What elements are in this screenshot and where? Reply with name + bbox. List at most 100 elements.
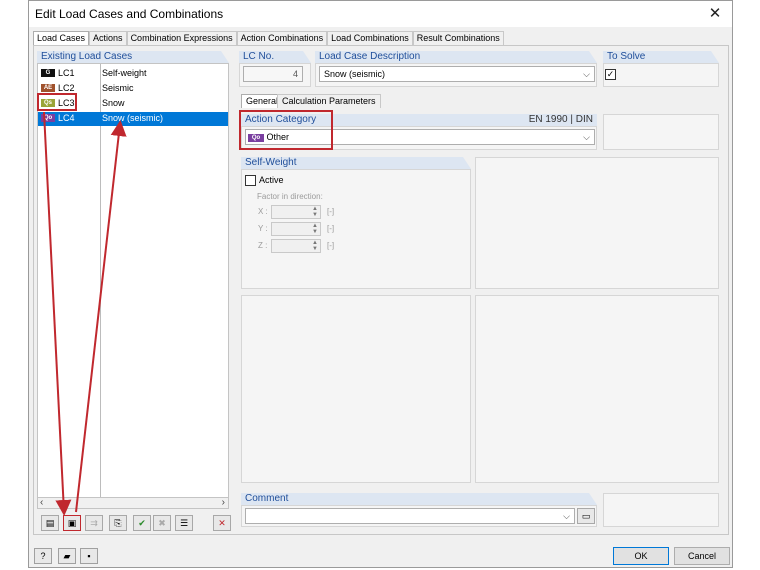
empty-panel-right-bottom [475,295,719,483]
category-badge: Qo [41,114,55,122]
unit-x: [-] [327,207,335,216]
library-icon: ▭ [581,511,591,521]
empty-panel-left-bottom [241,295,471,483]
scroll-right-icon[interactable]: › [222,497,225,508]
folder-icon: ▰ [63,551,71,561]
standard-label: EN 1990 | DIN [528,114,593,125]
tab-actions[interactable]: Actions [89,31,127,45]
comment-label: Comment [241,493,597,505]
list-item[interactable]: AE LC2 Seismic [38,82,228,96]
spin-down-icon[interactable]: ▼ [310,212,320,218]
unit-y: [-] [327,224,335,233]
comment-library-button[interactable]: ▭ [577,508,595,524]
factor-x-input[interactable]: ▲ ▼ [271,205,321,219]
save-button[interactable]: ▪ [80,548,98,564]
save-icon: ▪ [87,551,91,561]
tab-combination-expressions[interactable]: Combination Expressions [126,31,237,45]
checkmark-icon: ✓ [606,69,615,79]
chevron-down-icon[interactable]: ⌵ [563,509,570,523]
scroll-left-icon[interactable]: ‹ [40,497,43,508]
new-icon: ▤ [45,518,55,528]
comment-side-box [603,493,719,527]
horizontal-scrollbar[interactable]: ‹ › [37,497,229,509]
sort-icon: ☰ [179,518,189,528]
factor-y-input[interactable]: ▲ ▼ [271,222,321,236]
lc-code: LC2 [58,83,75,93]
column-divider [100,64,101,502]
dialog-window: Edit Load Cases and Combinations ✕ Load … [28,0,733,568]
action-category-value: Other [266,132,290,142]
tab-action-combinations[interactable]: Action Combinations [236,31,328,45]
renumber-icon: ⇉ [90,518,98,528]
chevron-down-icon[interactable]: ⌵ [583,67,590,81]
title-bar: Edit Load Cases and Combinations ✕ [29,1,732,27]
axis-z-label: Z : [258,241,268,250]
delete-button[interactable]: ✕ [213,515,231,531]
load-case-list: G LC1 Self-weight AE LC2 Seismic Qs LC3 … [37,63,229,503]
close-icon[interactable]: ✕ [706,4,724,22]
lc-no-label: LC No. [239,51,311,63]
lc-no-field: 4 [243,66,303,82]
tab-load-combinations[interactable]: Load Combinations [327,31,413,45]
copy-icon: ▣ [67,518,77,528]
lc-description: Snow [102,98,125,108]
copy-load-case-button[interactable]: ▣ [63,515,81,531]
tab-load-cases[interactable]: Load Cases [33,31,90,46]
category-badge: Qs [41,99,55,107]
self-weight-header: Self-Weight [241,157,471,169]
lc-description: Seismic [102,83,134,93]
category-badge: G [41,69,55,77]
to-solve-checkbox[interactable]: ✓ [605,69,616,80]
new-load-case-button[interactable]: ▤ [41,515,59,531]
sort-button[interactable]: ☰ [175,515,193,531]
category-badge: Qo [248,133,264,142]
lc-code: LC3 [58,98,75,108]
delete-icon: ✕ [218,518,226,528]
description-label: Load Case Description [315,51,597,63]
active-label: Active [259,175,284,185]
lc-description: Snow (seismic) [102,113,164,123]
description-dropdown[interactable]: Snow (seismic) ⌵ [319,66,595,82]
renumber-button[interactable]: ⇉ [85,515,103,531]
factor-label: Factor in direction: [257,192,323,201]
open-button[interactable]: ▰ [58,548,76,564]
existing-load-cases-header: Existing Load Cases [37,51,229,63]
spin-down-icon[interactable]: ▼ [310,229,320,235]
empty-panel-right-top [475,157,719,289]
lc-code: LC1 [58,68,75,78]
category-badge: AE [41,84,55,92]
axis-y-label: Y : [258,224,268,233]
unit-z: [-] [327,241,335,250]
factor-z-input[interactable]: ▲ ▼ [271,239,321,253]
ok-button[interactable]: OK [613,547,669,565]
description-value: Snow (seismic) [324,69,386,79]
check-button[interactable]: ✔ [133,515,151,531]
action-category-dropdown[interactable]: Qo Other ⌵ [245,129,595,145]
check-icon: ✔ [138,518,146,528]
import-button[interactable]: ⎘ [109,515,127,531]
lc-code: LC4 [58,113,75,123]
spin-down-icon[interactable]: ▼ [310,246,320,252]
cancel-button[interactable]: Cancel [674,547,730,565]
uncheck-button[interactable]: ✖ [153,515,171,531]
chevron-down-icon[interactable]: ⌵ [583,130,590,144]
import-icon: ⎘ [114,518,122,528]
lc-description: Self-weight [102,68,147,78]
list-item[interactable]: Qs LC3 Snow [38,97,228,111]
window-title: Edit Load Cases and Combinations [35,7,224,21]
uncheck-icon: ✖ [158,518,166,528]
active-checkbox[interactable] [245,175,256,186]
action-category-header: Action Category EN 1990 | DIN [241,114,597,126]
help-button[interactable]: ? [34,548,52,564]
action-category-label: Action Category [245,114,317,125]
list-item-selected[interactable]: Qo LC4 Snow (seismic) [38,112,228,126]
help-icon: ? [40,551,46,561]
tab-result-combinations[interactable]: Result Combinations [412,31,504,45]
list-item[interactable]: G LC1 Self-weight [38,67,228,81]
subtab-calculation-parameters[interactable]: Calculation Parameters [277,94,381,108]
main-tabs: Load Cases Actions Combination Expressio… [33,31,504,46]
to-solve-group [603,63,719,87]
comment-dropdown[interactable]: ⌵ [245,508,575,524]
to-solve-label: To Solve [603,51,719,63]
axis-x-label: X : [258,207,268,216]
